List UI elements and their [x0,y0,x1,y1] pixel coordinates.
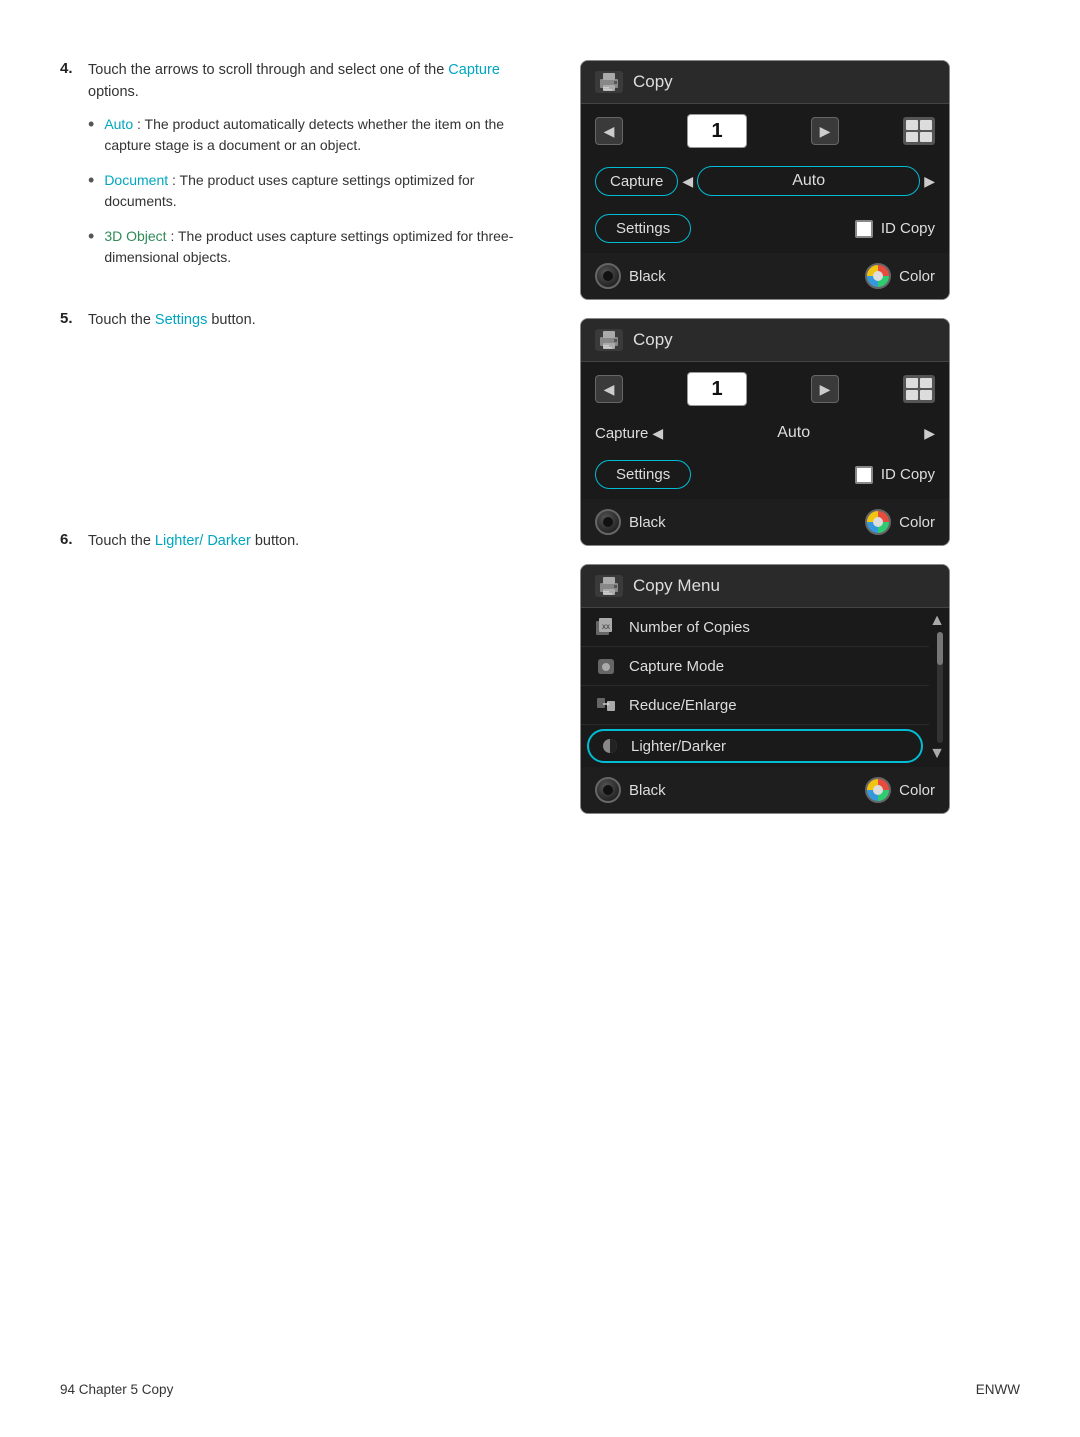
screen2-title: Copy [633,330,673,350]
screen3-reduce-label: Reduce/Enlarge [629,697,737,714]
screen2-settings-btn[interactable]: Settings [595,460,691,489]
step4-number: 4. [60,60,88,282]
step6-number: 6. [60,531,88,553]
screen3-menu-item-reduce[interactable]: Reduce/Enlarge [581,686,929,725]
screen1-id-copy-label: ID Copy [881,220,935,237]
screen3-menu-item-lighter-wrapper: Lighter/Darker [581,725,929,767]
screen3-black-icon [595,777,621,803]
auto-bullet-label: Auto [104,116,133,132]
screen2-number-row: ◀ 1 ▶ [581,362,949,416]
step5-text: Touch the Settings button. [88,310,550,332]
screen3-menu-scroll: xx Number of Copies Capture Mode [581,608,949,767]
screen3-menu-item-capture[interactable]: Capture Mode [581,647,929,686]
screen1-color-label: Color [899,268,935,285]
screen3-black-label: Black [629,782,666,799]
3dobject-bullet-label: 3D Object [104,228,166,244]
screen1-black-icon [595,263,621,289]
screen3-copies-label: Number of Copies [629,619,750,636]
screen2-capture-row: Capture ◀ Auto ▶ [581,416,949,450]
screen1-color-icon [865,263,891,289]
step5-number: 5. [60,310,88,332]
document-bullet-label: Document [104,172,168,188]
screen3-printer-icon [595,575,623,597]
screen3-menu-item-lighter[interactable]: Lighter/Darker [587,729,923,763]
screen2-settings-row: Settings ID Copy [581,450,949,499]
screen2-grid-icon [903,375,935,403]
footer-right: ENWW [976,1382,1020,1397]
screen1-action-row: Black Color [581,253,949,299]
screen1-printer-icon [595,71,623,93]
screen2-capture-label: Capture [595,425,648,442]
lighter-darker-link[interactable]: Lighter/ Darker [155,533,251,549]
footer-left: 94 Chapter 5 Copy [60,1382,173,1397]
screen2-auto-value: Auto [667,424,920,442]
screen3-color-btn[interactable]: Color [865,777,935,803]
screen1-id-copy-checkbox [855,220,873,238]
screen1-number-box: 1 [687,114,747,148]
screen2-left-arrow[interactable]: ◀ [595,375,623,403]
screen2-color-icon [865,509,891,535]
screen3-menu-item-copies[interactable]: xx Number of Copies [581,608,929,647]
auto-bullet-text: : The product automatically detects whet… [104,116,504,153]
screen1-number-row: ◀ 1 ▶ [581,104,949,158]
screen2-black-btn[interactable]: Black [595,509,666,535]
screen3-header: Copy Menu [581,565,949,608]
screen1-left-arrow[interactable]: ◀ [595,117,623,145]
screen1: Copy ◀ 1 ▶ Capture ◀ Auto ▶ [580,60,950,300]
screen3-title: Copy Menu [633,576,720,596]
screen2-color-btn[interactable]: Color [865,509,935,535]
screen1-right-arrow[interactable]: ▶ [811,117,839,145]
screen1-grid-icon [903,117,935,145]
page-footer: 94 Chapter 5 Copy ENWW [60,1382,1020,1397]
screen1-capture-label[interactable]: Capture [595,167,678,196]
screen2-id-copy-label: ID Copy [881,466,935,483]
screen3-color-icon [865,777,891,803]
screen2-black-icon [595,509,621,535]
screen3: Copy Menu xx Number of Copies [580,564,950,814]
screen1-capture-row: Capture ◀ Auto ▶ [581,158,949,204]
screen1-settings-row: Settings ID Copy [581,204,949,253]
screen1-header: Copy [581,61,949,104]
capture-link[interactable]: Capture [448,62,500,78]
reduce-enlarge-icon [595,696,617,714]
screen3-black-btn[interactable]: Black [595,777,666,803]
screen1-settings-btn[interactable]: Settings [595,214,691,243]
screen2-number-box: 1 [687,372,747,406]
settings-link[interactable]: Settings [155,312,207,328]
screen1-color-btn[interactable]: Color [865,263,935,289]
screen2-color-label: Color [899,514,935,531]
copies-icon: xx [595,618,617,636]
scroll-down-arrow[interactable]: ▼ [929,745,945,763]
screen3-lighter-label: Lighter/Darker [631,738,726,755]
svg-text:xx: xx [602,622,610,631]
screen2-header: Copy [581,319,949,362]
screen1-title: Copy [633,72,673,92]
step6-text: Touch the Lighter/ Darker button. [88,531,550,553]
screen1-black-label: Black [629,268,666,285]
lighter-darker-icon [599,737,621,755]
screen1-auto-value: Auto [697,166,920,196]
screen2: Copy ◀ 1 ▶ Capture ◀ Auto ▶ [580,318,950,546]
scroll-up-arrow[interactable]: ▲ [929,612,945,630]
scrollbar-track [937,632,943,743]
step4-bullets: • Auto : The product automatically detec… [88,114,550,268]
screen3-action-row: Black Color [581,767,949,813]
screen2-black-label: Black [629,514,666,531]
screen2-id-copy-checkbox [855,466,873,484]
screen2-id-copy-btn[interactable]: ID Copy [855,466,935,484]
screen1-id-copy-btn[interactable]: ID Copy [855,220,935,238]
scrollbar-thumb [937,632,943,665]
step4-intro: Touch the arrows to scroll through and s… [88,60,550,104]
screen3-capture-label: Capture Mode [629,658,724,675]
screen2-printer-icon [595,329,623,351]
screen2-right-arrow[interactable]: ▶ [811,375,839,403]
screen2-action-row: Black Color [581,499,949,545]
screen1-black-btn[interactable]: Black [595,263,666,289]
screen3-color-label: Color [899,782,935,799]
capture-mode-icon [595,657,617,675]
